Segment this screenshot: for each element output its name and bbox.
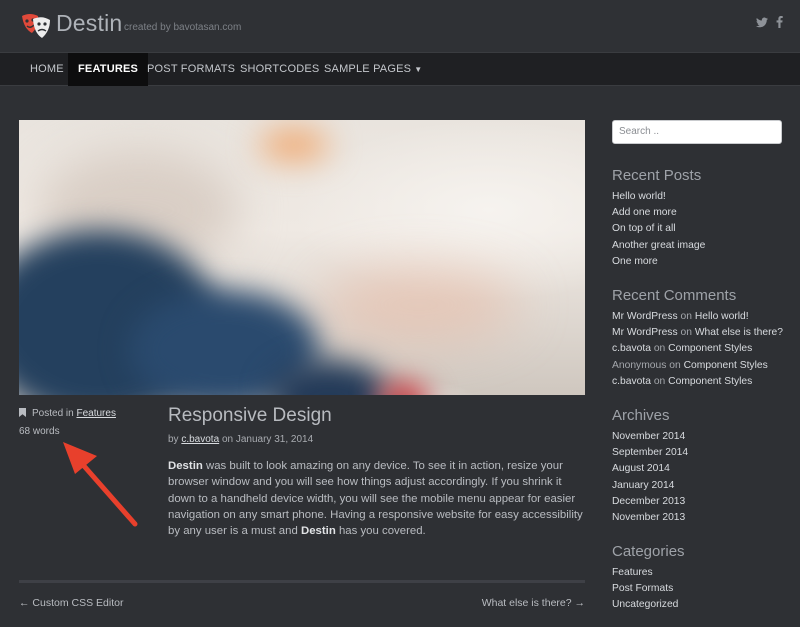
nav-sample-pages-label: SAMPLE PAGES [324, 63, 412, 75]
comment-on: on [680, 311, 692, 322]
word-count: 68 words [19, 426, 60, 437]
byline-prefix: by [168, 434, 179, 445]
list-item: c.bavota on Component Styles [612, 374, 783, 390]
comment-post-link[interactable]: Component Styles [668, 376, 752, 387]
post-body: Destin was built to look amazing on any … [168, 458, 586, 539]
next-post-link[interactable]: What else is there? → [482, 597, 585, 609]
recent-comments-title: Recent Comments [612, 287, 737, 304]
annotation-arrow-icon [63, 442, 138, 527]
comment-post-link[interactable]: Hello world! [695, 311, 749, 322]
category-link[interactable]: Features [76, 408, 115, 419]
list-item[interactable]: Features [612, 565, 678, 581]
list-item[interactable]: On top of it all [612, 221, 705, 237]
comment-post-link[interactable]: Component Styles [668, 343, 752, 354]
previous-post-link[interactable]: ← Custom CSS Editor [19, 597, 123, 609]
category-prefix: Posted in [32, 408, 74, 419]
categories-title: Categories [612, 543, 685, 560]
list-item[interactable]: September 2014 [612, 445, 688, 461]
post-date: January 31, 2014 [235, 434, 314, 445]
brand-name: Destin [300, 525, 336, 538]
comment-author[interactable]: c.bavota [612, 343, 651, 354]
comment-post-link[interactable]: What else is there? [695, 327, 783, 338]
list-item[interactable]: Add one more [612, 205, 705, 221]
post-category-meta: Posted in Features [19, 408, 116, 419]
twitter-icon[interactable] [756, 16, 768, 31]
featured-image[interactable] [19, 120, 585, 395]
list-item[interactable]: Post Formats [612, 581, 678, 597]
recent-comments-list: Mr WordPress on Hello world! Mr WordPres… [612, 309, 783, 390]
list-item: c.bavota on Component Styles [612, 341, 783, 357]
list-item[interactable]: August 2014 [612, 461, 688, 477]
brand-name: Destin [168, 460, 203, 472]
post-divider [19, 580, 585, 583]
search-input[interactable]: Search .. [612, 120, 782, 144]
comment-on: on [680, 327, 692, 339]
post-byline: by c.bavota on January 31, 2014 [168, 434, 313, 445]
bookmark-icon [19, 408, 26, 417]
list-item[interactable]: One more [612, 254, 705, 270]
list-item[interactable]: January 2014 [612, 478, 688, 494]
caret-down-icon: ▼ [414, 65, 423, 74]
main-navigation: HOME FEATURES POST FORMATS SHORTCODES SA… [0, 52, 800, 86]
list-item: Mr WordPress on Hello world! [612, 309, 783, 325]
comment-author[interactable]: Mr WordPress [612, 327, 678, 338]
facebook-icon[interactable] [776, 16, 783, 31]
site-tagline: created by bavotasan.com [124, 22, 242, 33]
archives-title: Archives [612, 407, 670, 424]
list-item[interactable]: Uncategorized [612, 597, 678, 613]
list-item: Mr WordPress on What else is there? [612, 325, 783, 341]
comment-author[interactable]: c.bavota [612, 376, 651, 387]
post-body-text: has you covered. [335, 525, 426, 538]
list-item[interactable]: Hello world! [612, 189, 705, 205]
comment-author[interactable]: Mr WordPress [612, 311, 678, 322]
comment-post-link[interactable]: Component Styles [684, 360, 768, 371]
list-item: Anonymous on Component Styles [612, 358, 783, 374]
comment-on: on [653, 343, 666, 355]
date-prefix: on [221, 434, 234, 445]
recent-posts-title: Recent Posts [612, 167, 702, 184]
list-item[interactable]: December 2013 [612, 494, 688, 510]
list-item[interactable]: November 2013 [612, 510, 688, 526]
nav-post-formats[interactable]: POST FORMATS [137, 53, 245, 86]
list-item[interactable]: Another great image [612, 238, 705, 254]
comment-on: on [653, 375, 666, 387]
comment-on: on [669, 359, 681, 371]
author-link[interactable]: c.bavota [181, 434, 219, 445]
recent-posts-list: Hello world! Add one more On top of it a… [612, 189, 705, 270]
nav-home[interactable]: HOME [20, 53, 74, 86]
categories-list: Features Post Formats Uncategorized [612, 565, 678, 614]
site-title[interactable]: Destin [56, 10, 122, 37]
comment-author: Anonymous [612, 359, 667, 371]
site-header: Destin created by bavotasan.com [0, 0, 800, 52]
archives-list: November 2014 September 2014 August 2014… [612, 429, 688, 526]
theater-masks-logo-icon[interactable] [20, 12, 52, 40]
list-item[interactable]: November 2014 [612, 429, 688, 445]
post-title[interactable]: Responsive Design [168, 405, 332, 427]
nav-sample-pages[interactable]: SAMPLE PAGES ▼ [314, 53, 432, 86]
